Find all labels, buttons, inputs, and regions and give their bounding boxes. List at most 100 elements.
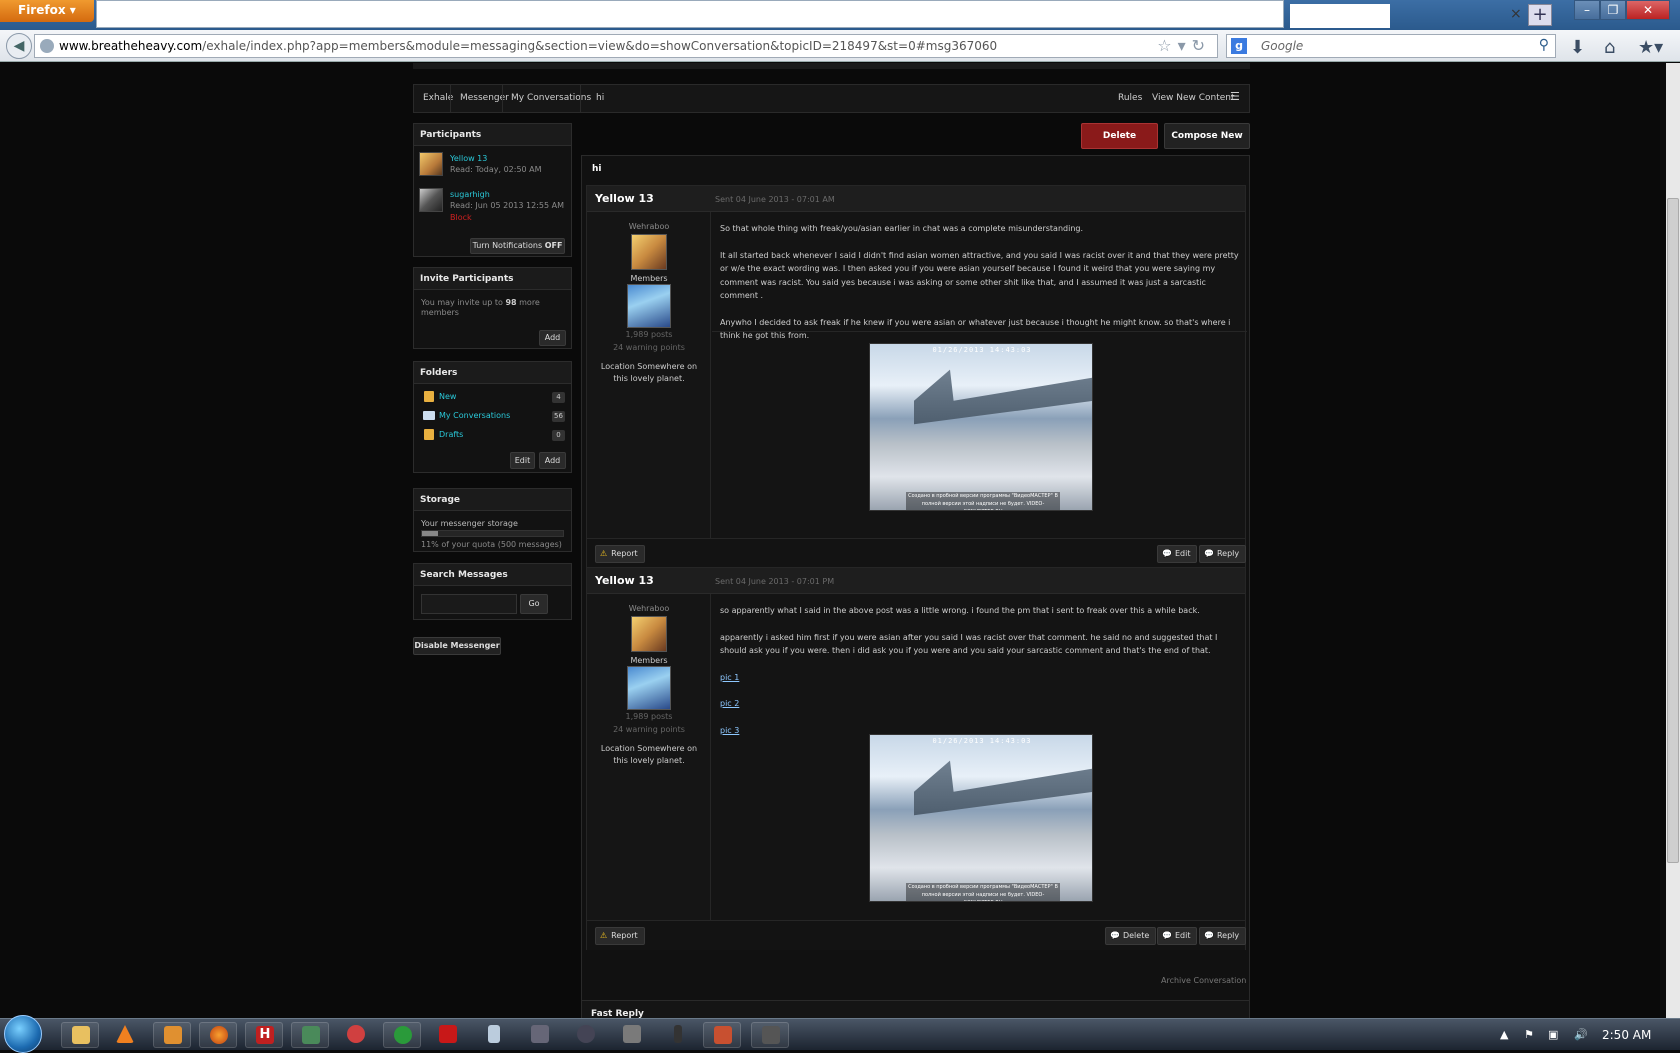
bookmarks-icon[interactable]: ★▾ <box>1638 37 1663 58</box>
taskbar-monitor[interactable] <box>291 1022 329 1048</box>
page-scrollbar[interactable] <box>1666 63 1680 1018</box>
user-group: Members <box>630 656 668 665</box>
user-avatar[interactable] <box>631 234 667 270</box>
post-author[interactable]: Yellow 13 <box>595 574 654 587</box>
view-new-content-link[interactable]: View New Content <box>1152 93 1235 103</box>
pic-link-1[interactable]: pic 1 <box>720 673 739 682</box>
user-post-count: 1,989 posts <box>625 712 673 721</box>
reply-button[interactable]: 💬 Reply <box>1199 545 1247 563</box>
tab-close-icon[interactable]: × <box>1510 6 1522 22</box>
add-folder-button[interactable]: Add <box>539 452 566 469</box>
top-strip <box>413 63 1250 69</box>
bookmark-star-icon[interactable]: ☆ <box>1157 36 1177 55</box>
edit-button[interactable]: 💬 Edit <box>1157 927 1198 945</box>
reload-icon[interactable]: ↻ <box>1192 36 1211 55</box>
post-author-info: Wehraboo Members 1,989 posts 24 warning … <box>587 212 711 538</box>
firefox-menu-button[interactable]: Firefox ▾ <box>0 0 94 22</box>
media-player-icon <box>164 1026 182 1044</box>
rules-link[interactable]: Rules <box>1118 93 1142 103</box>
report-button[interactable]: ⚠ Report <box>595 545 645 563</box>
scrollbar-thumb[interactable] <box>1667 198 1679 863</box>
avatar[interactable] <box>419 152 443 176</box>
image-watermark: Создано в пробной версии программы "Виде… <box>906 883 1060 901</box>
avatar[interactable] <box>419 188 443 212</box>
taskbar-explorer[interactable] <box>61 1022 99 1048</box>
edit-folders-button[interactable]: Edit <box>510 452 535 469</box>
delete-conversation-button[interactable]: Delete <box>1081 123 1158 149</box>
acrobat-icon <box>439 1025 457 1043</box>
search-messages-input[interactable] <box>421 594 517 614</box>
edit-button[interactable]: 💬 Edit <box>1157 545 1198 563</box>
network-icon[interactable]: ▣ <box>1548 1028 1558 1041</box>
taskbar-clock[interactable]: 2:50 AM <box>1602 1028 1651 1042</box>
folder-drafts[interactable]: Drafts <box>439 430 463 439</box>
notify-state: OFF <box>544 241 563 250</box>
reply-button[interactable]: 💬 Reply <box>1199 927 1247 945</box>
taskbar-steam[interactable] <box>567 1022 605 1048</box>
attached-image[interactable]: 01/26/2013 14:43:03 Создано в пробной ве… <box>869 734 1093 902</box>
taskbar-app[interactable] <box>521 1022 559 1048</box>
google-engine-icon[interactable]: g <box>1231 38 1247 54</box>
search-placeholder: Google <box>1261 39 1304 53</box>
report-button[interactable]: ⚠ Report <box>595 927 645 945</box>
taskbar-app[interactable] <box>337 1022 375 1048</box>
folder-my-conversations[interactable]: My Conversations <box>439 411 510 420</box>
taskbar-app[interactable] <box>659 1022 697 1048</box>
list-view-icon[interactable]: ☰ <box>1230 90 1240 103</box>
search-input[interactable]: g Google ⚲ <box>1226 34 1556 58</box>
taskbar-app-h[interactable]: H <box>245 1022 283 1048</box>
taskbar-utorrent[interactable] <box>383 1022 421 1048</box>
conversation-title: hi <box>592 164 602 174</box>
post-footer: ⚠ Report 💬 Delete 💬 Edit 💬 Reply <box>587 920 1247 950</box>
post-author[interactable]: Yellow 13 <box>595 192 654 205</box>
crumb-exhale[interactable]: Exhale <box>423 93 453 103</box>
taskbar-app[interactable] <box>751 1022 789 1048</box>
flag-icon[interactable]: ⚑ <box>1524 1028 1534 1041</box>
restore-button[interactable]: ❐ <box>1600 0 1626 20</box>
participant-name[interactable]: Yellow 13 <box>450 154 487 163</box>
web-page: Exhale Messenger My Conversations hi Rul… <box>0 63 1666 1018</box>
second-tab[interactable] <box>1290 4 1390 28</box>
tray-expand-icon[interactable]: ▲ <box>1500 1028 1508 1041</box>
close-window-button[interactable]: ✕ <box>1626 0 1670 20</box>
crumb-current: hi <box>596 93 605 103</box>
speech-bubble-icon: 💬 <box>1162 549 1172 558</box>
url-bar[interactable]: www.breatheheavy.com/exhale/index.php?ap… <box>34 34 1218 58</box>
taskbar-audio[interactable] <box>703 1022 741 1048</box>
block-link[interactable]: Block <box>450 213 472 222</box>
pic-link-3[interactable]: pic 3 <box>720 726 739 735</box>
home-icon[interactable]: ⌂ <box>1604 37 1615 58</box>
taskbar-firefox[interactable] <box>199 1022 237 1048</box>
folder-new[interactable]: New <box>439 392 456 401</box>
reply-label: Reply <box>1216 549 1240 558</box>
taskbar-notepad[interactable] <box>475 1022 513 1048</box>
participant-name[interactable]: sugarhigh <box>450 190 490 199</box>
user-avatar[interactable] <box>631 616 667 652</box>
delete-post-button[interactable]: 💬 Delete <box>1105 927 1157 945</box>
compose-new-button[interactable]: Compose New <box>1164 123 1250 149</box>
taskbar-acrobat[interactable] <box>429 1022 467 1048</box>
add-invite-button[interactable]: Add <box>539 330 566 346</box>
notifications-toggle-button[interactable]: Turn Notifications OFF <box>470 238 565 254</box>
download-icon[interactable]: ⬇ <box>1570 37 1585 58</box>
dropdown-arrow-icon[interactable]: ▾ <box>1178 36 1192 55</box>
search-go-button[interactable]: Go <box>520 594 548 614</box>
taskbar-vlc[interactable] <box>106 1022 144 1048</box>
volume-icon[interactable]: 🔊 <box>1574 1028 1588 1041</box>
back-button[interactable]: ◀ <box>6 33 32 59</box>
folders-title: Folders <box>414 362 571 384</box>
taskbar-media[interactable] <box>153 1022 191 1048</box>
archive-conversation-link[interactable]: Archive Conversation <box>1161 976 1246 985</box>
pic-link-2[interactable]: pic 2 <box>720 699 739 708</box>
attached-image[interactable]: 01/26/2013 14:43:03 Создано в пробной ве… <box>869 343 1093 511</box>
search-icon[interactable]: ⚲ <box>1539 37 1549 53</box>
disable-messenger-button[interactable]: Disable Messenger <box>413 637 501 655</box>
search-panel: Search Messages Go <box>413 563 572 620</box>
speech-bubble-icon: 💬 <box>1204 549 1214 558</box>
active-tab[interactable] <box>96 0 1284 28</box>
start-button[interactable] <box>4 1015 42 1053</box>
minimize-button[interactable]: – <box>1574 0 1600 20</box>
site-identity-icon[interactable] <box>40 39 54 53</box>
taskbar-app[interactable] <box>613 1022 651 1048</box>
new-tab-button[interactable]: + <box>1528 4 1552 26</box>
